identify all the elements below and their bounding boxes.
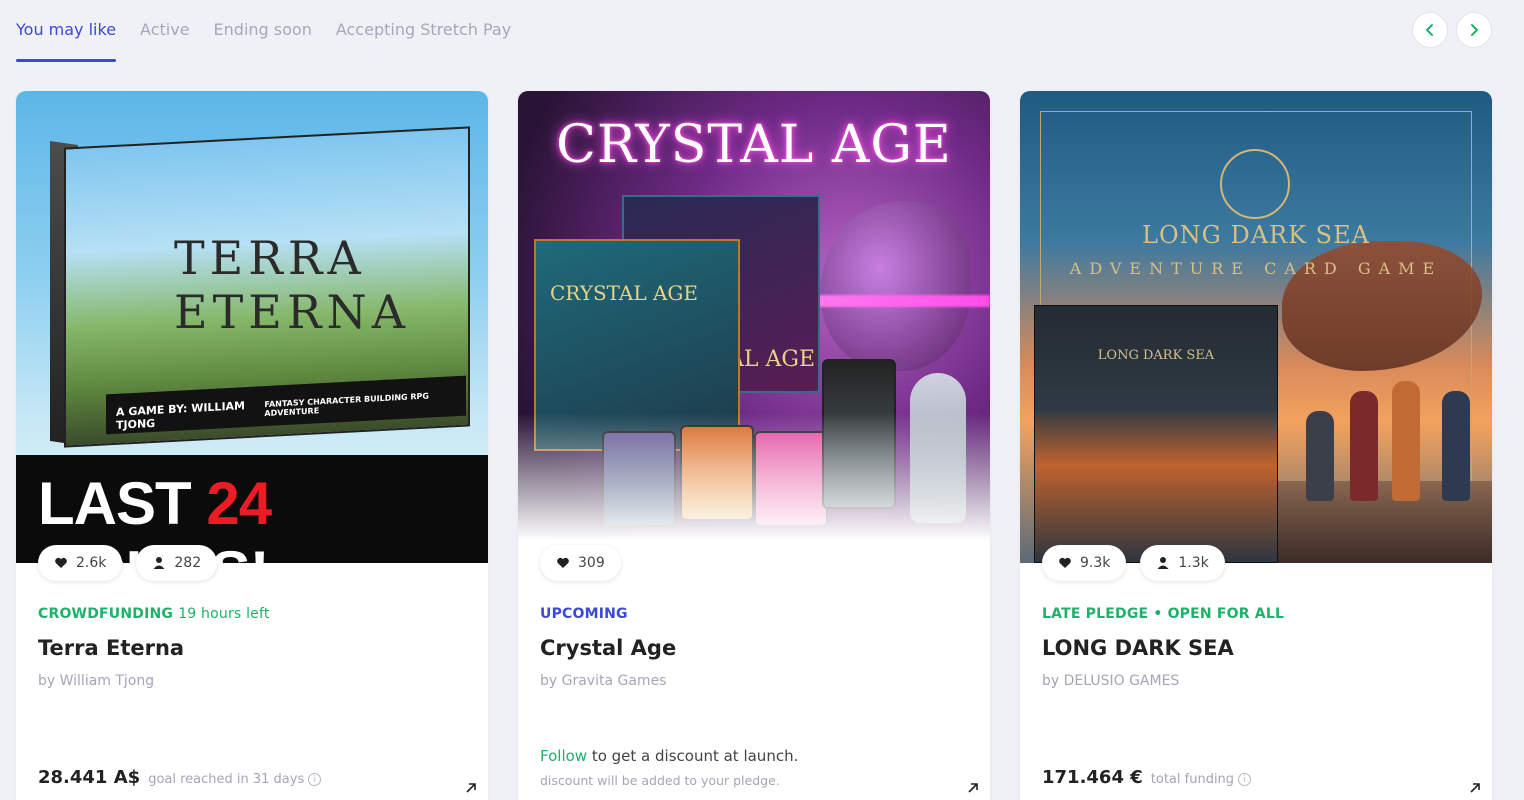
funding-label: total funding i — [1150, 772, 1252, 787]
game-subtitle: ADVENTURE CARD GAME — [1069, 259, 1443, 278]
stats-row: 309 — [540, 545, 621, 581]
tab-ending-soon[interactable]: Ending soon — [214, 0, 312, 62]
project-title[interactable]: LONG DARK SEA — [1042, 636, 1234, 660]
project-image[interactable]: LONG DARK SEA ADVENTURE CARD GAME LONG D… — [1020, 91, 1492, 563]
person-icon — [1157, 557, 1169, 569]
game-logo: CRYSTAL AGE — [556, 115, 952, 175]
project-card-terra-eterna[interactable]: TERRA ETERNA A GAME BY: WILLIAM TJONG FA… — [16, 91, 488, 800]
banner-number: 24 — [206, 470, 272, 537]
funding-label: goal reached in 31 days i — [148, 772, 322, 787]
box-credit-left: A GAME BY: WILLIAM TJONG — [116, 399, 245, 432]
like-count: 309 — [578, 555, 605, 571]
backers-badge: 282 — [136, 545, 218, 581]
game-logo: LONG DARK SEA — [1142, 221, 1370, 249]
project-title[interactable]: Crystal Age — [540, 636, 676, 660]
project-card-long-dark-sea[interactable]: LONG DARK SEA ADVENTURE CARD GAME LONG D… — [1020, 91, 1492, 800]
funding-label-text: total funding — [1150, 772, 1235, 787]
stats-row: 9.3k 1.3k — [1042, 545, 1225, 581]
funding-amount: 171.464 € — [1042, 767, 1143, 788]
funding-info: 171.464 € total funding i — [1042, 767, 1252, 788]
status-badge: CROWDFUNDING 19 hours left — [38, 606, 270, 622]
chevron-right-icon — [1471, 24, 1478, 36]
box-credit-right: FANTASY CHARACTER BUILDING RPG ADVENTURE — [264, 391, 429, 419]
status-badge: LATE PLEDGE • OPEN FOR ALL — [1042, 606, 1285, 622]
box-front-label: CRYSTAL AGE — [550, 281, 698, 305]
backer-count: 282 — [174, 555, 202, 571]
heart-icon — [557, 557, 569, 568]
banner-prefix: LAST — [38, 470, 207, 537]
creator-name[interactable]: by DELUSIO GAMES — [1042, 673, 1179, 689]
project-card-crystal-age[interactable]: CRYSTAL AGE AL AGE CRYSTAL AGE 309 UPCOM… — [518, 91, 990, 800]
stats-row: 2.6k 282 — [38, 545, 218, 581]
arrow-up-right-icon[interactable] — [966, 781, 980, 795]
like-button[interactable]: 2.6k — [38, 545, 123, 581]
previous-button[interactable] — [1412, 12, 1448, 48]
character-figure — [1306, 411, 1334, 501]
backers-badge: 1.3k — [1140, 545, 1225, 581]
dragon-breath — [810, 295, 990, 307]
heart-icon — [1059, 557, 1071, 568]
time-left: 19 hours left — [178, 606, 270, 622]
info-icon[interactable]: i — [308, 773, 322, 786]
funding-info: 28.441 A$ goal reached in 31 days i — [38, 767, 322, 788]
tab-accepting-stretch-pay[interactable]: Accepting Stretch Pay — [336, 0, 511, 62]
tab-you-may-like[interactable]: You may like — [16, 0, 117, 62]
backer-count: 1.3k — [1178, 555, 1209, 571]
follow-link[interactable]: Follow — [540, 747, 587, 765]
carousel-nav — [1412, 12, 1492, 48]
info-icon[interactable]: i — [1238, 773, 1252, 786]
creator-name[interactable]: by William Tjong — [38, 673, 154, 689]
box-back-label: AL AGE — [728, 347, 816, 372]
like-count: 9.3k — [1080, 555, 1111, 571]
arrow-up-right-icon[interactable] — [464, 781, 478, 795]
arrow-up-right-icon[interactable] — [1468, 781, 1482, 795]
project-image[interactable]: CRYSTAL AGE AL AGE CRYSTAL AGE — [518, 91, 990, 563]
creator-name[interactable]: by Gravita Games — [540, 673, 666, 689]
box-label: LONG DARK SEA — [1097, 348, 1215, 363]
game-logo: TERRA ETERNA — [174, 231, 410, 339]
game-box: LONG DARK SEA — [1034, 305, 1278, 563]
funding-amount: 28.441 A$ — [38, 767, 141, 788]
image-fade — [518, 413, 990, 563]
like-count: 2.6k — [76, 555, 107, 571]
project-title[interactable]: Terra Eterna — [38, 636, 184, 660]
follow-subtext: discount will be added to your pledge. — [540, 773, 780, 788]
character-figure — [1442, 391, 1470, 501]
character-figure — [1350, 391, 1378, 501]
category-tabs: You may like Active Ending soon Acceptin… — [16, 0, 511, 62]
project-image[interactable]: TERRA ETERNA A GAME BY: WILLIAM TJONG FA… — [16, 91, 488, 563]
status-badge: UPCOMING — [540, 606, 628, 622]
follow-text: to get a discount at launch. — [587, 747, 799, 765]
person-icon — [153, 557, 165, 569]
project-cards: TERRA ETERNA A GAME BY: WILLIAM TJONG FA… — [16, 91, 1492, 800]
follow-prompt: Follow to get a discount at launch. — [540, 747, 798, 765]
status-label: CROWDFUNDING — [38, 606, 174, 622]
chevron-left-icon — [1426, 24, 1433, 36]
character-figure — [1392, 381, 1420, 501]
funding-label-text: goal reached in 31 days — [148, 772, 305, 787]
dragon-emblem — [1220, 149, 1290, 219]
tab-active[interactable]: Active — [140, 0, 190, 62]
next-button[interactable] — [1456, 12, 1492, 48]
like-button[interactable]: 9.3k — [1042, 545, 1127, 581]
heart-icon — [55, 557, 67, 568]
like-button[interactable]: 309 — [540, 545, 621, 581]
